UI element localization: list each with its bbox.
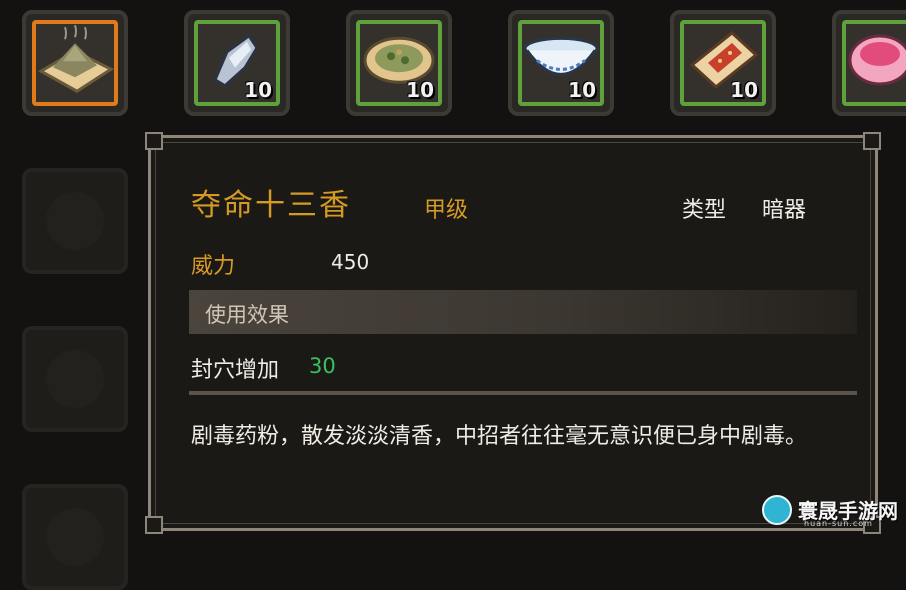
item-type-label: 类型 [682,198,727,223]
effect-header-bar: 使用效果 [189,290,857,334]
item-quantity: 10 [568,78,596,102]
powder-pile-icon [37,24,115,93]
site-watermark: 寰晟手游网 huan-sun.com [756,493,906,531]
tooltip-corner [145,516,163,534]
effect-value: 30 [309,354,336,378]
inventory-slot-1[interactable] [22,10,128,116]
item-name: 夺命十三香 [191,188,351,223]
item-type-value: 暗器 [762,198,807,223]
power-value: 450 [331,250,370,274]
inventory-slot-5[interactable]: 10 [670,10,776,116]
item-quantity: 10 [244,78,272,102]
item-quantity: 10 [730,78,758,102]
divider [189,391,857,395]
effect-header: 使用效果 [205,303,289,327]
item-description: 剧毒药粉，散发淡淡清香，中招者往往毫无意识便已身中剧毒。 [191,424,808,449]
effect-name: 封穴增加 [191,358,280,383]
power-label: 威力 [191,254,236,279]
tooltip-corner [863,132,881,150]
inventory-slot-4[interactable]: 10 [508,10,614,116]
site-logo-icon [762,495,792,525]
inventory-slot-empty[interactable] [22,484,128,590]
tooltip-corner [145,132,163,150]
item-grade: 甲级 [424,198,469,223]
inventory-slot-3[interactable]: 10 [346,10,452,116]
pink-bowl-icon [848,34,906,86]
item-tooltip: 夺命十三香 甲级 类型 暗器 威力 450 使用效果 封穴增加 30 剧毒药粉，… [145,132,881,534]
inventory-slot-empty[interactable] [22,326,128,432]
watermark-url: huan-sun.com [804,519,873,528]
inventory-slot-2[interactable]: 10 [184,10,290,116]
inventory-slot-6[interactable] [832,10,906,116]
item-quantity: 10 [406,78,434,102]
inventory-slot-empty[interactable] [22,168,128,274]
